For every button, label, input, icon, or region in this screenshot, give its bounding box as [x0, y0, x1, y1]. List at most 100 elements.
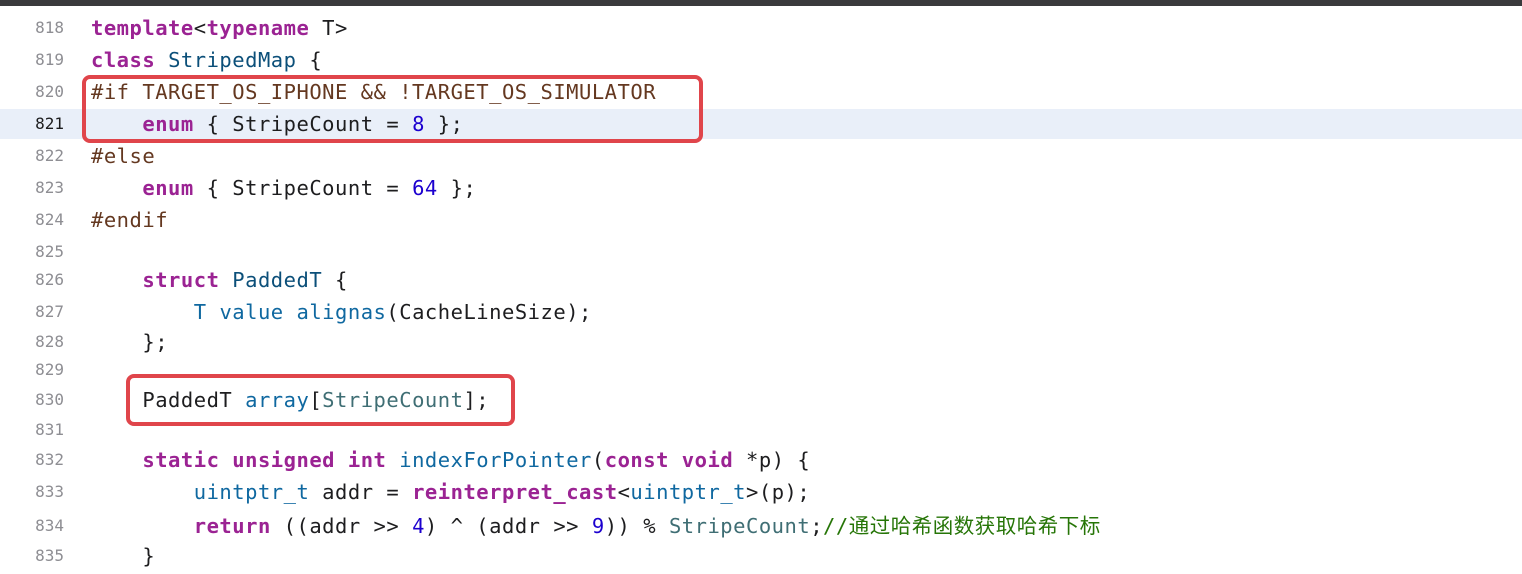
line-number: 835 — [35, 546, 64, 565]
code-token: } — [91, 544, 156, 568]
code-token: }; — [91, 330, 169, 354]
line-number: 830 — [35, 390, 64, 409]
code-token: unsigned — [232, 448, 336, 472]
code-line[interactable]: 825 — [0, 237, 1522, 267]
code-line[interactable]: 828 }; — [0, 327, 1522, 357]
code-text: #if TARGET_OS_IPHONE && !TARGET_OS_SIMUL… — [91, 77, 656, 107]
code-token: 4 — [412, 514, 425, 538]
code-line[interactable]: 824 #endif — [0, 205, 1522, 235]
code-text: #endif — [91, 205, 168, 235]
code-token: template — [91, 16, 194, 40]
line-number: 827 — [35, 302, 64, 321]
line-number: 834 — [35, 516, 64, 535]
code-token: class — [91, 48, 156, 72]
code-line[interactable]: 834 return ((addr >> 4) ^ (addr >> 9)) %… — [0, 511, 1522, 541]
code-token: reinterpret_cast — [412, 480, 618, 504]
line-number: 832 — [35, 450, 64, 469]
code-token: 9 — [591, 514, 605, 538]
code-token: *p) { — [733, 448, 811, 472]
code-text: struct PaddedT { — [91, 265, 348, 295]
code-token: StripedMap — [168, 48, 297, 72]
code-token: ((addr >> — [270, 514, 413, 538]
line-number: 828 — [35, 332, 64, 351]
code-token: #if TARGET_OS_IPHONE && !TARGET_OS_SIMUL… — [91, 80, 657, 104]
code-token: T — [193, 300, 207, 324]
code-token: int — [347, 448, 387, 472]
code-line[interactable]: 819 class StripedMap { — [0, 45, 1522, 75]
code-token: enum — [142, 112, 194, 136]
code-token: addr = — [309, 480, 413, 504]
line-number: 821 — [35, 114, 64, 133]
code-line[interactable]: 823 enum { StripeCount = 64 }; — [0, 173, 1522, 203]
code-token: typename — [206, 16, 310, 40]
code-token: PaddedT — [91, 388, 246, 412]
code-line[interactable]: 831 — [0, 415, 1522, 445]
code-token: uintptr_t — [630, 480, 747, 504]
line-number: 819 — [35, 50, 64, 69]
code-token: { — [322, 268, 348, 292]
code-token: < — [617, 480, 631, 504]
code-line[interactable]: 822 #else — [0, 141, 1522, 171]
code-text: template<typename T> — [91, 13, 348, 43]
code-line[interactable]: 829 — [0, 355, 1522, 385]
code-text: static unsigned int indexForPointer(cons… — [91, 445, 810, 475]
code-token: PaddedT — [232, 268, 323, 292]
code-token: { — [296, 48, 323, 72]
code-token: uintptr_t — [193, 480, 310, 504]
line-number: 833 — [35, 482, 64, 501]
code-token: >(p); — [746, 480, 811, 504]
code-text: uintptr_t addr = reinterpret_cast<uintpt… — [91, 477, 810, 507]
line-number: 831 — [35, 420, 64, 439]
code-token: }; — [437, 176, 477, 200]
code-token: struct — [142, 268, 220, 292]
code-token: T> — [309, 16, 348, 40]
code-text: } — [91, 541, 155, 571]
code-line[interactable]: 818 template<typename T> — [0, 13, 1522, 43]
code-line[interactable]: 827 T value alignas(CacheLineSize); — [0, 297, 1522, 327]
code-token: { StripeCount = — [193, 176, 413, 200]
code-line[interactable]: 832 static unsigned int indexForPointer(… — [0, 445, 1522, 475]
code-line[interactable]: 835 } — [0, 541, 1522, 571]
code-text: return ((addr >> 4) ^ (addr >> 9)) % Str… — [91, 511, 1101, 541]
code-token: ) ^ (addr >> — [424, 514, 592, 538]
code-text: T value alignas(CacheLineSize); — [91, 297, 592, 327]
line-number: 829 — [35, 360, 64, 379]
code-token: 8 — [412, 112, 425, 136]
code-token: return — [193, 514, 271, 538]
code-token: const — [604, 448, 669, 472]
code-line[interactable]: 820 #if TARGET_OS_IPHONE && !TARGET_OS_SI… — [0, 77, 1522, 107]
code-token: //通过哈希函数获取哈希下标 — [823, 514, 1101, 538]
line-number: 820 — [35, 82, 64, 101]
code-editor[interactable]: 818 template<typename T> 819 class StripedM… — [0, 0, 1522, 574]
code-token: )) % — [604, 514, 669, 538]
code-text: class StripedMap { — [91, 45, 322, 75]
code-token: enum — [142, 176, 194, 200]
code-line[interactable]: 830 PaddedT array[StripeCount]; — [0, 385, 1522, 415]
code-token: ; — [810, 514, 824, 538]
code-text: enum { StripeCount = 8 }; — [91, 109, 463, 139]
code-token: array — [245, 388, 310, 412]
code-token: #else — [91, 144, 156, 168]
code-text: #else — [91, 141, 155, 171]
code-line[interactable]: 826 struct PaddedT { — [0, 265, 1522, 295]
code-line[interactable]: 821 enum { StripeCount = 8 }; — [0, 109, 1522, 139]
code-token: }; — [424, 112, 464, 136]
code-text: }; — [91, 327, 168, 357]
code-token: ]; — [463, 388, 490, 412]
code-token: value — [219, 300, 284, 324]
line-number: 824 — [35, 210, 64, 229]
code-token: indexForPointer — [399, 448, 592, 472]
line-number: 818 — [35, 18, 64, 37]
code-line[interactable]: 833 uintptr_t addr = reinterpret_cast<ui… — [0, 477, 1522, 507]
